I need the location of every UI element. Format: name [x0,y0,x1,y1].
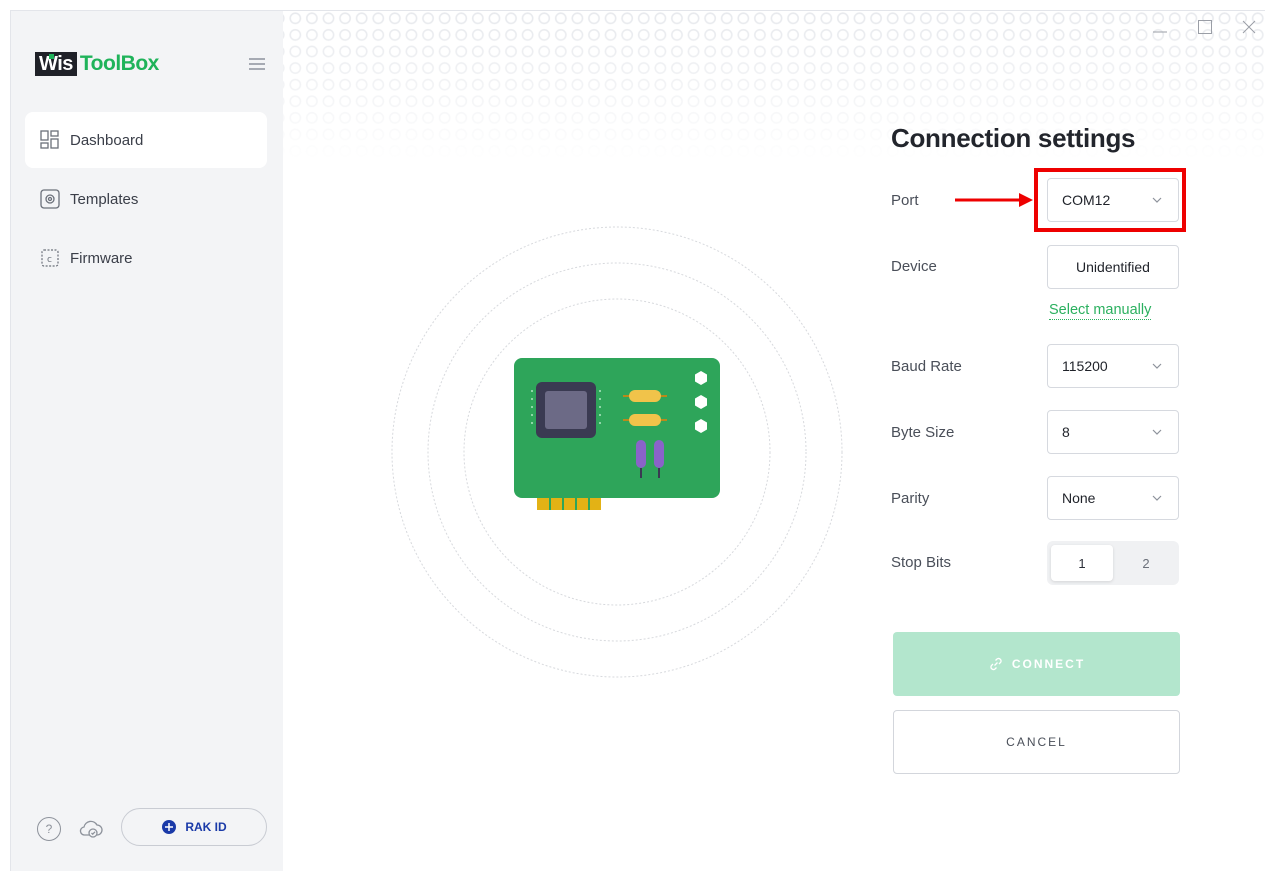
sidebar-item-firmware[interactable]: c Firmware [25,230,267,286]
baud-rate-label: Baud Rate [891,358,962,375]
arrow-annotation-icon [955,193,1033,207]
logo-toolbox: ToolBox [79,52,159,75]
wistoolbox-logo: Wis ToolBox [35,52,159,76]
logo-wis: Wis [35,52,77,76]
stop-bits-option-2[interactable]: 2 [1115,545,1177,581]
chevron-down-icon [1152,495,1162,501]
sidebar-item-templates[interactable]: Templates [25,171,267,227]
baud-rate-value: 115200 [1062,358,1108,374]
stop-bits-label: Stop Bits [891,554,952,571]
dashboard-icon [39,129,61,151]
help-icon[interactable]: ? [37,817,61,841]
parity-select[interactable]: None [1047,476,1179,520]
device-illustration [391,226,843,678]
rak-logo-icon [162,820,177,834]
rak-id-button[interactable]: RAK ID [121,808,267,846]
baud-rate-select[interactable]: 115200 [1047,344,1179,388]
device-value: Unidentified [1076,259,1150,275]
svg-text:c: c [47,255,52,265]
byte-size-value: 8 [1062,424,1070,440]
templates-icon [39,188,61,210]
menu-toggle-icon[interactable] [249,58,265,70]
sidebar-item-label: Templates [70,190,139,208]
parity-label: Parity [891,490,930,507]
parity-value: None [1062,490,1096,506]
firmware-icon: c [39,247,61,269]
connection-settings-title: Connection settings [891,123,1136,153]
byte-size-label: Byte Size [891,424,955,441]
sidebar-item-label: Dashboard [70,131,144,149]
port-highlight-box [1034,168,1186,232]
select-manually-link[interactable]: Select manually [1049,302,1152,320]
connect-button[interactable]: CONNECT [893,632,1180,696]
sidebar-item-label: Firmware [70,249,133,267]
close-icon[interactable] [1238,17,1260,37]
minimize-icon[interactable] [1149,17,1171,37]
device-field[interactable]: Unidentified [1047,245,1179,289]
port-label: Port [891,192,919,209]
chevron-down-icon [1152,363,1162,369]
link-icon [990,657,1002,671]
sidebar-item-dashboard[interactable]: Dashboard [25,112,267,168]
maximize-icon[interactable] [1194,17,1216,37]
stop-bits-option-1[interactable]: 1 [1051,545,1113,581]
device-label: Device [891,258,937,275]
cloud-sync-icon[interactable] [77,815,105,843]
app-window: Wis ToolBox Dashboard Templates c Firmwa… [10,10,1265,871]
connect-label: CONNECT [1011,657,1086,671]
stop-bits-toggle: 1 2 [1047,541,1179,585]
sidebar: Wis ToolBox Dashboard Templates c Firmwa… [11,11,283,871]
cancel-button[interactable]: CANCEL [893,710,1180,774]
byte-size-select[interactable]: 8 [1047,410,1179,454]
chevron-down-icon [1152,429,1162,435]
rak-id-label: RAK ID [185,820,227,834]
